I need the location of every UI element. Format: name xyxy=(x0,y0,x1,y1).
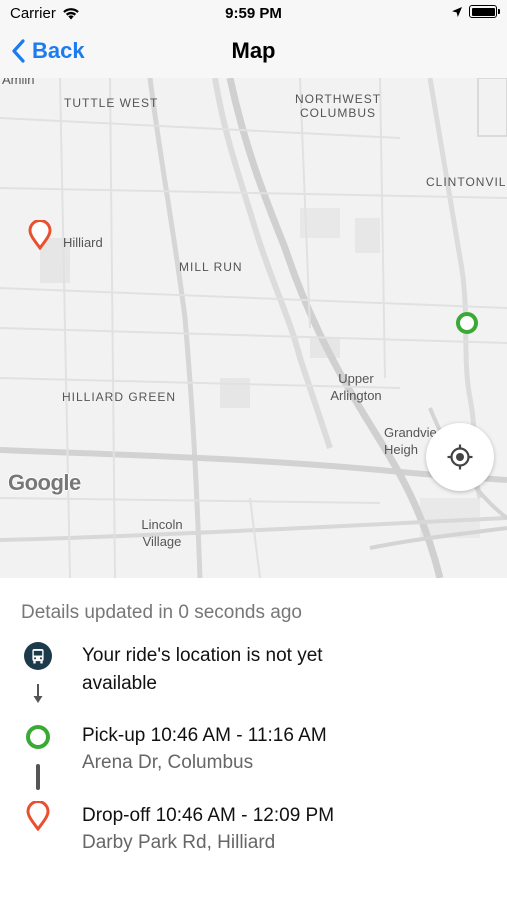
map-label-tuttle-west: TUTTLE WEST xyxy=(64,96,159,110)
map-label-amlin: Amlin xyxy=(2,78,35,87)
ride-status-text: Your ride's location is not yet availabl… xyxy=(82,645,323,694)
map-label-upper-arlington: Upper Arlington xyxy=(330,371,382,403)
battery-icon xyxy=(469,5,500,18)
page-title: Map xyxy=(231,38,276,63)
map-label-hilliard-green: HILLIARD GREEN xyxy=(62,390,177,404)
dropoff-address: Darby Park Rd, Hilliard xyxy=(82,832,276,853)
status-bar: Carrier 9:59 PM xyxy=(0,0,507,28)
arrow-down-icon xyxy=(33,684,43,703)
crosshair-icon xyxy=(447,444,473,470)
map-label-hilliard: Hilliard xyxy=(63,235,103,250)
route-connector-line xyxy=(36,764,40,790)
location-arrow-icon xyxy=(452,6,462,17)
bus-icon xyxy=(24,642,52,670)
status-time: 9:59 PM xyxy=(225,5,282,22)
pickup-circle-icon xyxy=(24,723,52,751)
trip-details-panel: Details updated in 0 seconds ago Your ri… xyxy=(0,578,507,900)
locate-me-button[interactable] xyxy=(426,423,494,491)
map-label-northwest-columbus: NORTHWEST COLUMBUS xyxy=(294,92,382,120)
status-right xyxy=(451,5,500,18)
updated-status-text: Details updated in 0 seconds ago xyxy=(21,602,302,623)
dropoff-pin-icon xyxy=(24,801,52,831)
google-logo: Google xyxy=(8,470,81,495)
navigation-bar: Back Map xyxy=(0,28,507,78)
map-label-mill-run: MILL RUN xyxy=(179,260,243,274)
map-view[interactable]: Amlin TUTTLE WEST NORTHWEST COLUMBUS CLI… xyxy=(0,78,507,578)
dropoff-time-window: Drop-off 10:46 AM - 12:09 PM xyxy=(82,805,335,826)
map-dropoff-pin-icon[interactable] xyxy=(28,220,52,250)
pickup-address: Arena Dr, Columbus xyxy=(82,752,254,773)
pickup-time-window: Pick-up 10:46 AM - 11:16 AM xyxy=(82,725,327,746)
map-pickup-pin-icon[interactable] xyxy=(455,311,479,335)
map-label-clintonville: CLINTONVIL xyxy=(426,175,507,189)
map-roads xyxy=(0,78,507,578)
map-label-lincoln-village: Lincoln Village xyxy=(141,517,183,549)
